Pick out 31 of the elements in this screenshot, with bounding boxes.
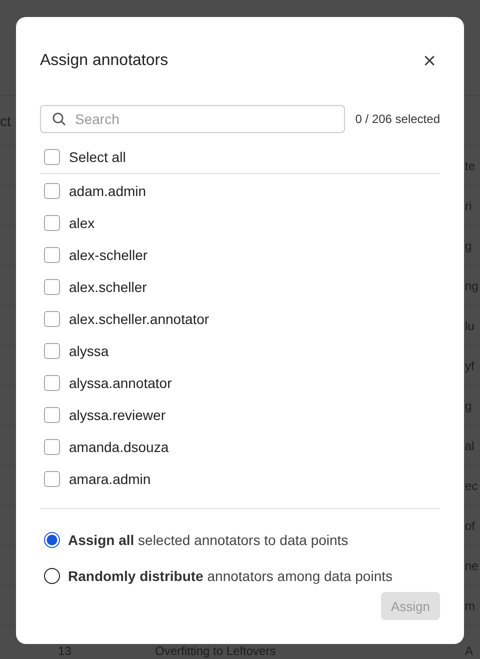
annotator-name: alex.scheller <box>69 279 147 295</box>
dialog-title: Assign annotators <box>40 52 168 70</box>
checkbox[interactable] <box>44 183 60 199</box>
checkbox[interactable] <box>44 471 60 487</box>
search-field[interactable]: Search <box>40 105 346 133</box>
radio-button[interactable] <box>44 532 60 548</box>
checkbox-label: Select all <box>69 149 126 165</box>
annotator-name: alex-scheller <box>69 247 148 263</box>
annotator-name: amara.admin <box>69 471 151 487</box>
checkbox[interactable] <box>44 149 60 165</box>
close-button[interactable]: × <box>419 50 440 72</box>
checkbox[interactable] <box>44 311 60 327</box>
checkbox[interactable] <box>44 375 60 391</box>
selection-count: 0 / 206 selected <box>355 112 440 126</box>
option-label: Assign all selected annotators to data points <box>68 532 348 548</box>
checkbox[interactable] <box>44 279 60 295</box>
search-icon <box>52 112 66 126</box>
checkbox[interactable] <box>44 215 60 231</box>
checkbox[interactable] <box>44 407 60 423</box>
annotator-name: alex <box>69 215 95 231</box>
checkbox[interactable] <box>44 247 60 263</box>
option-label: Randomly distribute annotators among data points <box>68 568 392 584</box>
radio-button[interactable] <box>44 568 60 584</box>
annotator-name: alyssa.annotator <box>69 375 172 391</box>
checkbox[interactable] <box>44 343 60 359</box>
annotator-name: adam.admin <box>69 183 146 199</box>
annotator-name: amanda.dsouza <box>69 439 169 455</box>
checkbox[interactable] <box>44 439 60 455</box>
annotator-name: alyssa.reviewer <box>69 407 166 423</box>
annotator-name: alyssa <box>69 343 109 359</box>
annotator-name: alex.scheller.annotator <box>69 311 210 327</box>
